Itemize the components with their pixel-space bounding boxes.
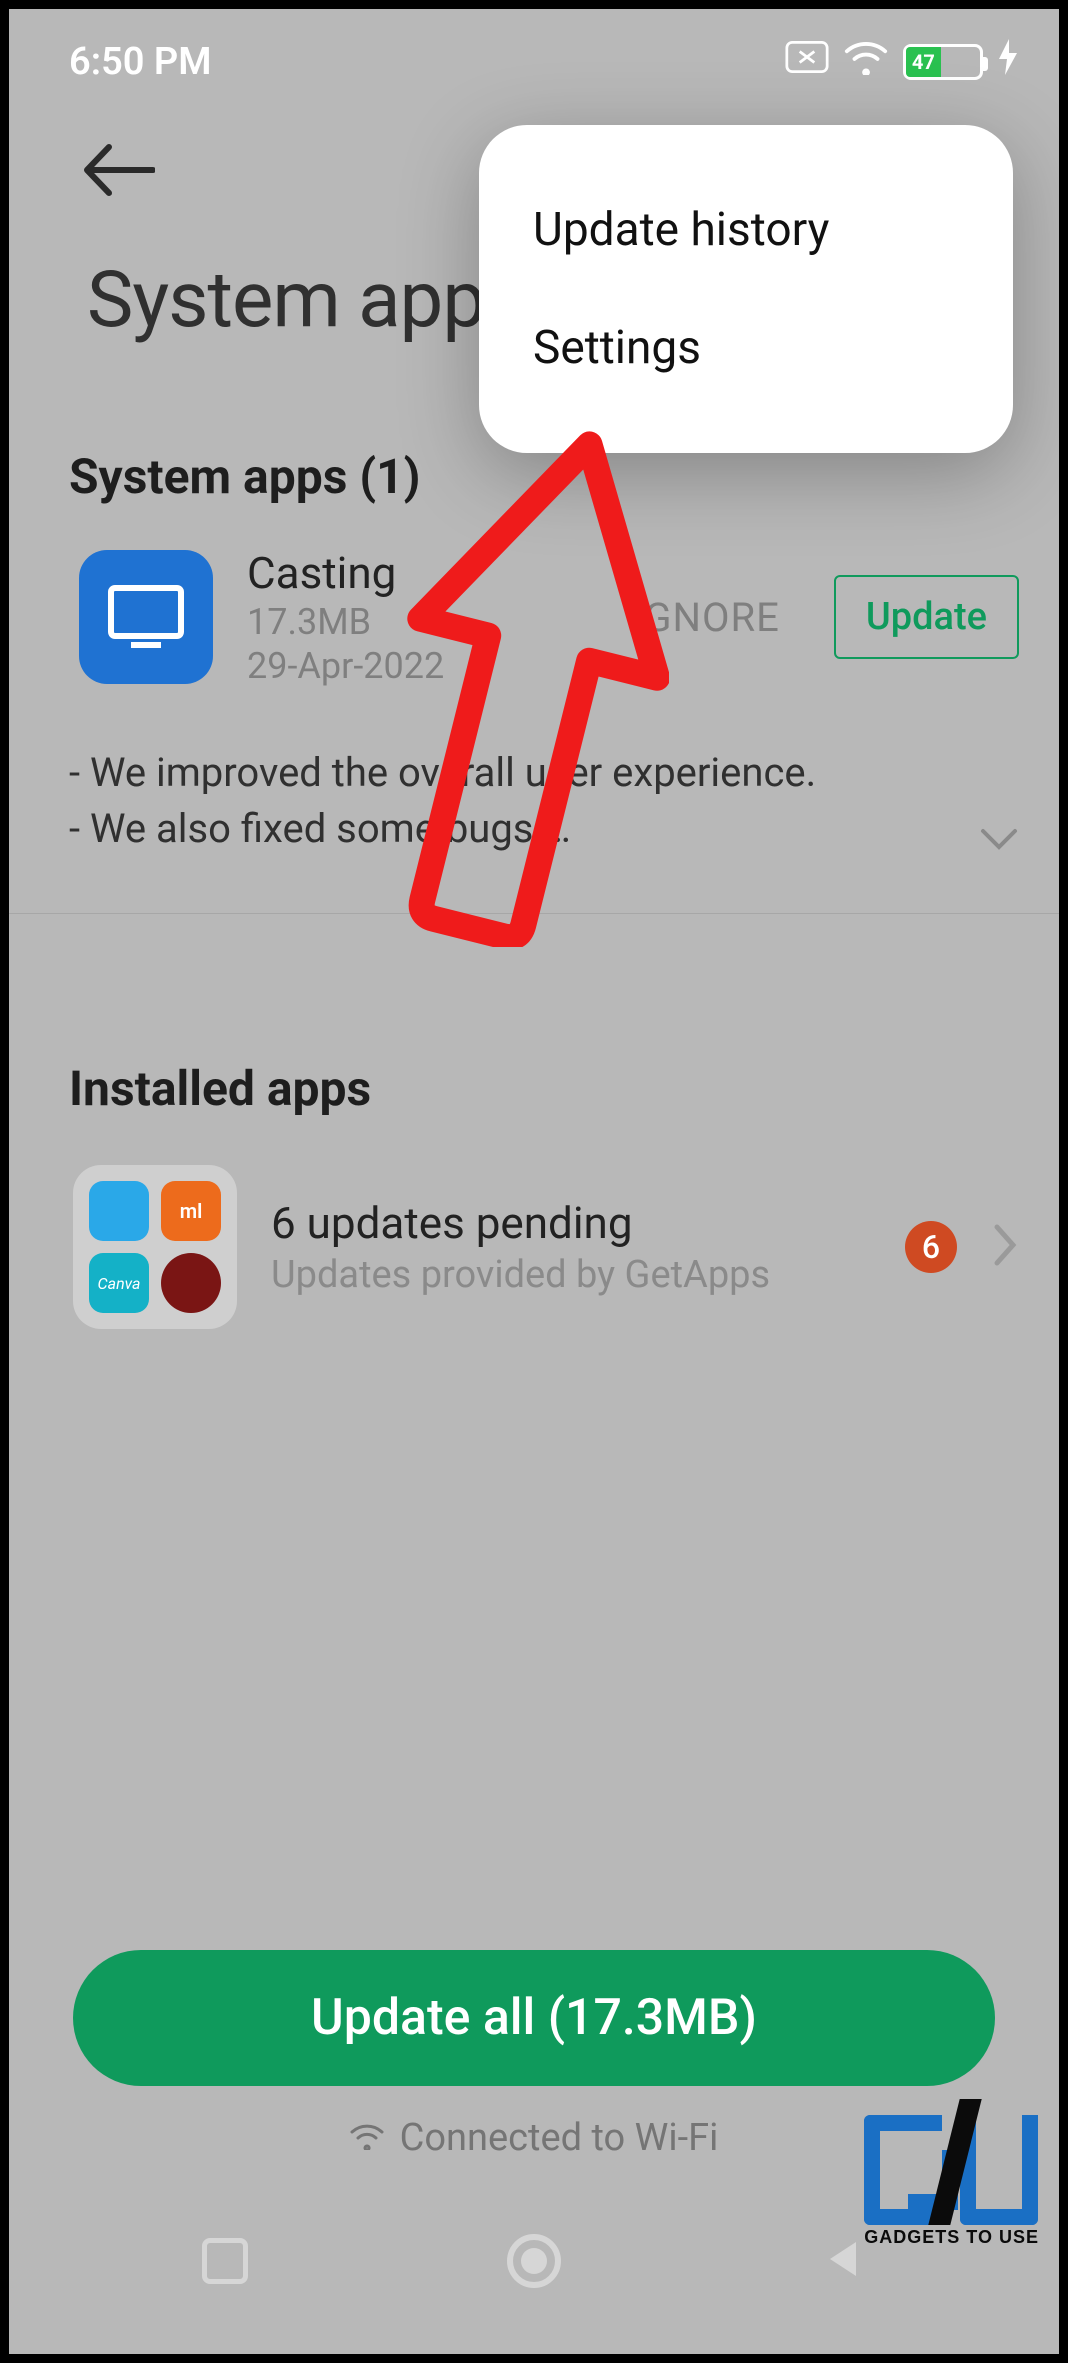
- section-heading-installed: Installed apps: [9, 914, 1059, 1117]
- app-date: 29-Apr-2022: [247, 645, 598, 687]
- rotation-lock-icon: [785, 40, 829, 84]
- changelog-text: - We improved the overall user experienc…: [69, 745, 816, 857]
- status-time: 6:50 PM: [69, 40, 212, 84]
- pending-updates-row[interactable]: ml Canva 6 updates pending Updates provi…: [9, 1117, 1059, 1329]
- app-size: 17.3MB: [247, 601, 598, 643]
- chevron-right-icon: [991, 1223, 1019, 1271]
- mini-app-icon: [89, 1181, 149, 1241]
- app-row-casting[interactable]: Casting 17.3MB 29-Apr-2022 IGNORE Update: [9, 505, 1059, 687]
- nav-recents-icon[interactable]: [202, 2238, 248, 2284]
- wifi-icon: [843, 39, 889, 85]
- nav-bar: [73, 2196, 995, 2326]
- app-meta: Casting 17.3MB 29-Apr-2022: [247, 547, 598, 687]
- wifi-small-icon: [350, 2116, 384, 2160]
- status-bar: 6:50 PM 47: [9, 9, 1059, 101]
- update-button[interactable]: Update: [834, 575, 1019, 659]
- status-icons: 47: [785, 39, 1019, 85]
- apps-grid-icon: ml Canva: [73, 1165, 237, 1329]
- app-icon-casting: [79, 550, 213, 684]
- changelog-block[interactable]: - We improved the overall user experienc…: [9, 687, 1059, 914]
- pending-subtitle: Updates provided by GetApps: [271, 1253, 871, 1297]
- watermark: GADGETS TO USE: [864, 2099, 1039, 2248]
- charging-icon: [997, 39, 1019, 85]
- pending-meta: 6 updates pending Updates provided by Ge…: [271, 1197, 871, 1297]
- nav-back-icon[interactable]: [820, 2236, 866, 2286]
- chevron-down-icon[interactable]: [979, 827, 1019, 857]
- battery-percent: 47: [906, 47, 941, 77]
- watermark-logo-icon: [864, 2099, 1039, 2225]
- pending-title: 6 updates pending: [271, 1197, 871, 1249]
- watermark-text: GADGETS TO USE: [864, 2227, 1039, 2248]
- changelog-line: - We improved the overall user experienc…: [69, 745, 816, 801]
- menu-item-settings[interactable]: Settings: [479, 289, 1013, 407]
- mini-app-icon: [161, 1253, 221, 1313]
- app-name: Casting: [247, 547, 598, 599]
- battery-icon: 47: [903, 44, 983, 80]
- ignore-button[interactable]: IGNORE: [632, 594, 780, 641]
- wifi-status-label: Connected to Wi-Fi: [400, 2116, 719, 2160]
- menu-item-update-history[interactable]: Update history: [479, 171, 1013, 289]
- mini-app-icon: Canva: [89, 1253, 149, 1313]
- device-frame: 6:50 PM 47 System app upd System apps (1…: [0, 0, 1068, 2363]
- changelog-line: - We also fixed some bugs.…: [69, 801, 816, 857]
- overflow-menu-popup: Update history Settings: [479, 125, 1013, 453]
- nav-home-icon[interactable]: [507, 2234, 561, 2288]
- wifi-status: Connected to Wi-Fi: [73, 2116, 995, 2160]
- update-all-button[interactable]: Update all (17.3MB): [73, 1950, 995, 2086]
- mini-app-icon: ml: [161, 1181, 221, 1241]
- pending-badge: 6: [905, 1221, 957, 1273]
